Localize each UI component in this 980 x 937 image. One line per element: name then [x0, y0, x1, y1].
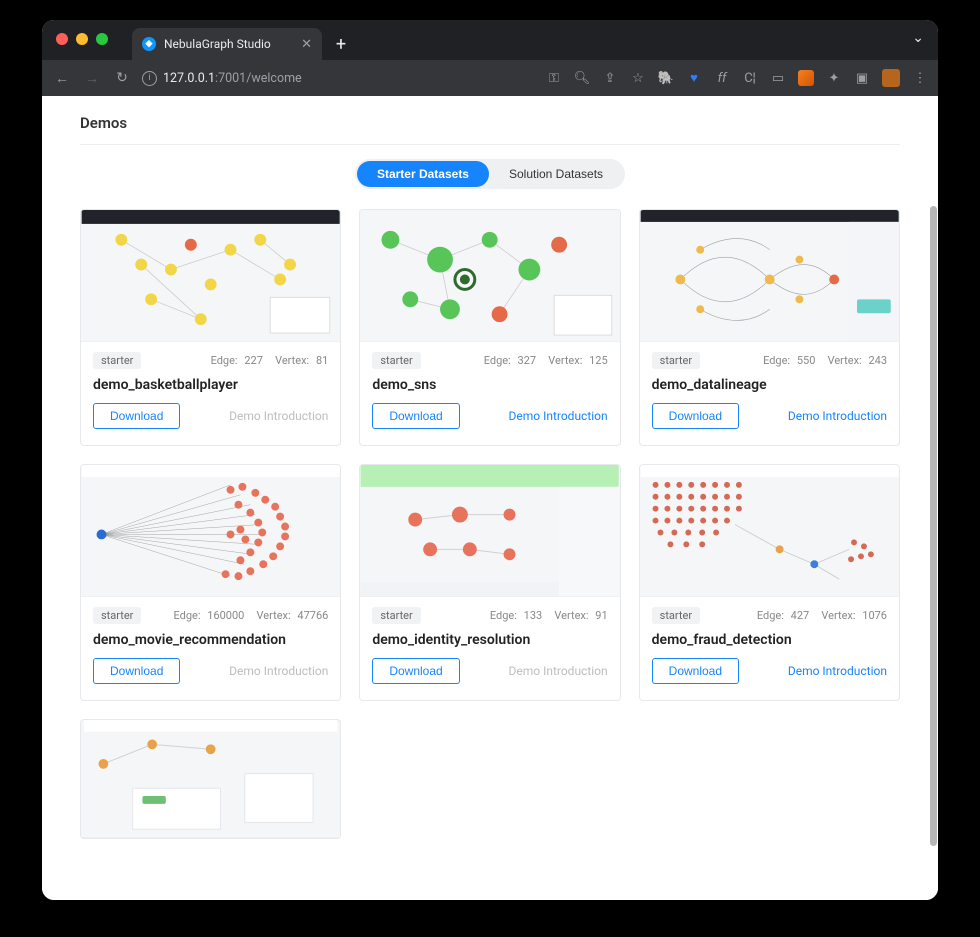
extension-chat-icon[interactable]: ▭ [770, 70, 786, 86]
card-stats: Edge: 227 Vertex: 81 [207, 354, 329, 367]
card-title: demo_identity_resolution [360, 628, 619, 658]
url-path: /welcome [246, 71, 301, 86]
tab-favicon: ◆ [142, 37, 156, 51]
card-badge: starter [93, 607, 141, 624]
download-button[interactable]: Download [93, 658, 180, 684]
window-close-button[interactable] [56, 33, 68, 45]
demo-card: starter Edge: 550 Vertex: 243 demo_datal… [639, 209, 900, 446]
demo-intro-link: Demo Introduction [508, 664, 607, 678]
tab-starter-datasets[interactable]: Starter Datasets [357, 161, 489, 187]
demo-intro-link[interactable]: Demo Introduction [788, 664, 887, 678]
demo-card [80, 719, 341, 839]
card-thumbnail [360, 465, 619, 597]
card-stats: Edge: 550 Vertex: 243 [759, 354, 887, 367]
card-title: demo_fraud_detection [640, 628, 899, 658]
card-thumbnail [81, 210, 340, 342]
card-title: demo_datalineage [640, 373, 899, 403]
page-title: Demos [80, 114, 900, 145]
card-stats: Edge: 327 Vertex: 125 [480, 354, 608, 367]
profile-avatar[interactable] [882, 69, 900, 87]
demo-intro-link: Demo Introduction [229, 409, 328, 423]
page-body: Demos Starter Datasets Solution Datasets [42, 96, 938, 900]
card-thumbnail [360, 210, 619, 342]
chevron-down-icon[interactable]: ⌄ [912, 30, 924, 46]
extension-evernote-icon[interactable]: 🐘 [658, 70, 674, 86]
download-button[interactable]: Download [652, 658, 739, 684]
demo-intro-link: Demo Introduction [229, 664, 328, 678]
card-title: demo_sns [360, 373, 619, 403]
window-zoom-button[interactable] [96, 33, 108, 45]
card-title: demo_basketballplayer [81, 373, 340, 403]
download-button[interactable]: Download [93, 403, 180, 429]
browser-window: ◆ NebulaGraph Studio ✕ + ⌄ ← → ↻ i 127.0… [42, 20, 938, 900]
url-text: 127.0.0.1:7001/welcome [163, 71, 302, 86]
demo-card: starter Edge: 133 Vertex: 91 demo_identi… [359, 464, 620, 701]
card-thumbnail [81, 720, 340, 838]
extension-blue-icon[interactable]: ♥ [686, 70, 702, 86]
download-button[interactable]: Download [372, 658, 459, 684]
card-stats: Edge: 133 Vertex: 91 [486, 609, 608, 622]
card-stats: Edge: 160000 Vertex: 47766 [169, 609, 328, 622]
demo-card: starter Edge: 227 Vertex: 81 demo_basket… [80, 209, 341, 446]
kebab-menu-icon[interactable]: ⋮ [912, 70, 928, 86]
card-badge: starter [372, 607, 420, 624]
new-tab-button[interactable]: + [328, 31, 354, 57]
scrollbar[interactable] [930, 206, 937, 846]
dataset-type-tabs: Starter Datasets Solution Datasets [355, 159, 625, 189]
url-host: 127.0.0.1 [163, 71, 215, 86]
search-icon[interactable]: 🔍︎ [574, 70, 590, 86]
tab-solution-datasets[interactable]: Solution Datasets [489, 161, 623, 187]
card-thumbnail [81, 465, 340, 597]
card-badge: starter [652, 352, 700, 369]
browser-tab[interactable]: ◆ NebulaGraph Studio ✕ [132, 28, 322, 60]
demo-card: starter Edge: 160000 Vertex: 47766 demo_… [80, 464, 341, 701]
key-icon[interactable]: ⚿ [546, 70, 562, 86]
download-button[interactable]: Download [652, 403, 739, 429]
card-badge: starter [652, 607, 700, 624]
download-button[interactable]: Download [372, 403, 459, 429]
card-thumbnail [640, 465, 899, 597]
back-button[interactable]: ← [52, 70, 72, 87]
demo-intro-link[interactable]: Demo Introduction [508, 409, 607, 423]
share-icon[interactable]: ⇪ [602, 70, 618, 86]
bookmark-icon[interactable]: ☆ [630, 70, 646, 86]
card-stats: Edge: 427 Vertex: 1076 [753, 609, 887, 622]
extensions-icon[interactable]: ✦ [826, 70, 842, 86]
browser-tabstrip: ◆ NebulaGraph Studio ✕ + ⌄ [42, 20, 938, 60]
extension-c-icon[interactable]: C¦ [742, 70, 758, 86]
reload-button[interactable]: ↻ [112, 70, 132, 86]
demo-intro-link[interactable]: Demo Introduction [788, 409, 887, 423]
close-icon[interactable]: ✕ [301, 37, 312, 52]
cards-grid: starter Edge: 227 Vertex: 81 demo_basket… [80, 209, 900, 839]
toolbar-actions: ⚿ 🔍︎ ⇪ ☆ 🐘 ♥ ff C¦ ▭ ✦ ▣ ⋮ [546, 69, 928, 87]
address-bar[interactable]: i 127.0.0.1:7001/welcome [142, 71, 302, 86]
demo-card: starter Edge: 327 Vertex: 125 demo_sns D… [359, 209, 620, 446]
forward-button[interactable]: → [82, 70, 102, 87]
site-info-icon[interactable]: i [142, 71, 157, 86]
extension-f-icon[interactable]: ff [714, 70, 730, 86]
card-badge: starter [93, 352, 141, 369]
browser-toolbar: ← → ↻ i 127.0.0.1:7001/welcome ⚿ 🔍︎ ⇪ ☆ … [42, 60, 938, 96]
panel-icon[interactable]: ▣ [854, 70, 870, 86]
window-controls [56, 33, 108, 45]
card-thumbnail [640, 210, 899, 342]
url-port: :7001 [215, 71, 246, 86]
card-title: demo_movie_recommendation [81, 628, 340, 658]
tab-title: NebulaGraph Studio [164, 37, 271, 51]
window-minimize-button[interactable] [76, 33, 88, 45]
demo-card: starter Edge: 427 Vertex: 1076 demo_frau… [639, 464, 900, 701]
card-badge: starter [372, 352, 420, 369]
extension-orange-icon[interactable] [798, 70, 814, 86]
